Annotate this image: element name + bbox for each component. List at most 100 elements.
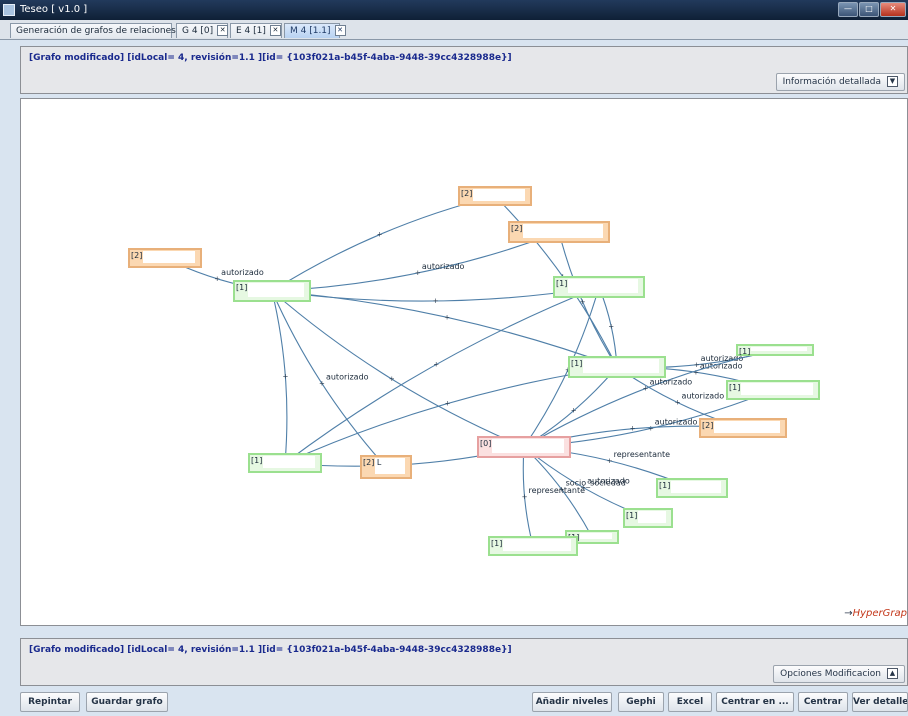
chevron-up-icon: ▲ bbox=[887, 668, 898, 679]
tab-e4[interactable]: E 4 [1] ✕ bbox=[230, 23, 282, 38]
node-redacted-label bbox=[248, 283, 304, 297]
node-redacted-label bbox=[751, 347, 807, 351]
modification-options-label: Opciones Modificacion bbox=[780, 669, 881, 679]
node-level-label: [2] bbox=[461, 189, 472, 198]
node-redacted-label bbox=[143, 251, 195, 263]
view-details-button[interactable]: Ver detalles bbox=[852, 692, 908, 712]
edge-arrow-marker: + bbox=[580, 298, 586, 306]
tab-m4[interactable]: M 4 [1.1] ✕ bbox=[284, 23, 346, 38]
detailed-info-label: Información detallada bbox=[782, 77, 881, 87]
graph-info-text: [Grafo modificado] [idLocal= 4, revisión… bbox=[29, 53, 512, 63]
graph-node[interactable]: [2] bbox=[128, 248, 202, 268]
node-redacted-label bbox=[638, 511, 666, 523]
node-redacted-label bbox=[741, 383, 813, 395]
edge-arrow-marker: + bbox=[648, 424, 654, 432]
edge-arrow-marker: + bbox=[675, 399, 681, 407]
edge-arrow-marker: + bbox=[433, 361, 439, 369]
node-level-label: [2] L bbox=[363, 458, 382, 467]
edge-arrow-marker: + bbox=[415, 269, 421, 277]
edge-arrow-marker: + bbox=[608, 322, 614, 330]
top-info-panel: [Grafo modificado] [idLocal= 4, revisión… bbox=[20, 46, 908, 94]
node-level-label: [1] bbox=[491, 539, 502, 548]
node-redacted-label bbox=[492, 439, 564, 453]
graph-node[interactable]: [1] bbox=[248, 453, 322, 473]
bottom-info-panel: [Grafo modificado] [idLocal= 4, revisión… bbox=[20, 638, 908, 686]
node-redacted-label bbox=[473, 189, 525, 201]
node-level-label: [1] bbox=[236, 283, 247, 292]
tab-label: Generación de grafos de relaciones bbox=[16, 26, 176, 36]
edge-arrow-marker: + bbox=[630, 425, 636, 433]
node-redacted-label bbox=[583, 359, 659, 373]
graph-node[interactable]: [1] bbox=[656, 478, 728, 498]
graph-node[interactable]: [2] bbox=[699, 418, 787, 438]
add-levels-button[interactable]: Añadir niveles bbox=[532, 692, 612, 712]
relationship-graph[interactable]: ++autorizado+autorizado+++++autorizado++… bbox=[21, 99, 908, 626]
hypergraph-logo: →HyperGrap bbox=[844, 608, 907, 619]
edge-arrow-marker: + bbox=[607, 457, 613, 465]
edge-label: autorizado bbox=[655, 417, 698, 426]
node-level-label: [2] bbox=[702, 421, 713, 430]
window-titlebar: Teseo [ v1.0 ] — □ ✕ bbox=[0, 0, 908, 20]
tab-label: G 4 [0] bbox=[182, 26, 214, 36]
edge-arrow-marker: + bbox=[282, 372, 288, 380]
close-tab-icon[interactable]: ✕ bbox=[217, 25, 229, 36]
edge-label: autorizado bbox=[650, 377, 693, 386]
gephi-button[interactable]: Gephi bbox=[618, 692, 664, 712]
modification-options-button[interactable]: Opciones Modificacion ▲ bbox=[773, 665, 905, 683]
edge-arrow-marker: + bbox=[643, 384, 649, 392]
graph-node[interactable]: [2] bbox=[508, 221, 610, 243]
close-tab-icon[interactable]: ✕ bbox=[334, 25, 346, 36]
node-redacted-label bbox=[580, 533, 612, 539]
graph-node[interactable]: [1] bbox=[488, 536, 578, 556]
node-level-label: [1] bbox=[556, 279, 567, 288]
tab-label: E 4 [1] bbox=[236, 26, 266, 36]
graph-edge[interactable] bbox=[271, 290, 525, 448]
repaint-button[interactable]: Repintar bbox=[20, 692, 80, 712]
maximize-icon[interactable]: □ bbox=[859, 2, 879, 17]
node-level-label: [1] bbox=[659, 481, 670, 490]
graph-info-text: [Grafo modificado] [idLocal= 4, revisión… bbox=[29, 645, 512, 655]
close-icon[interactable]: ✕ bbox=[880, 2, 906, 17]
brand-name: HyperGrap bbox=[852, 608, 907, 619]
tab-g4[interactable]: G 4 [0] ✕ bbox=[176, 23, 229, 38]
graph-node[interactable]: [1] bbox=[233, 280, 311, 302]
graph-node[interactable]: [1] bbox=[553, 276, 645, 298]
edge-label: autorizado bbox=[326, 373, 369, 382]
center-button[interactable]: Centrar bbox=[798, 692, 848, 712]
graph-node[interactable]: [1] bbox=[726, 380, 820, 400]
edge-arrow-marker: + bbox=[522, 493, 528, 501]
edge-label: autorizado bbox=[682, 392, 725, 401]
tab-generacion[interactable]: Generación de grafos de relaciones bbox=[10, 23, 176, 38]
graph-node[interactable]: [1] bbox=[736, 344, 814, 356]
graph-node[interactable]: [2] bbox=[458, 186, 532, 206]
graph-node[interactable]: [1] bbox=[623, 508, 673, 528]
graph-node[interactable]: [2] L bbox=[360, 455, 412, 479]
edge-arrow-marker: + bbox=[433, 297, 439, 305]
bottom-toolbar: Repintar Guardar grafo Añadir niveles Ge… bbox=[0, 690, 908, 716]
node-redacted-label bbox=[523, 224, 603, 238]
node-level-label: [1] bbox=[739, 347, 750, 356]
node-redacted-label bbox=[714, 421, 780, 433]
save-graph-button[interactable]: Guardar grafo bbox=[86, 692, 168, 712]
close-tab-icon[interactable]: ✕ bbox=[269, 25, 281, 36]
graph-canvas[interactable]: + + autorizado + autorizado + + + + + autorizado + +… bbox=[20, 98, 908, 626]
node-level-label: [2] bbox=[511, 224, 522, 233]
tab-label: M 4 [1.1] bbox=[290, 26, 331, 36]
node-level-label: [1] bbox=[571, 359, 582, 368]
excel-button[interactable]: Excel bbox=[668, 692, 712, 712]
edge-arrow-marker: + bbox=[214, 275, 220, 283]
edge-label: autorizado bbox=[221, 268, 264, 277]
center-on-button[interactable]: Centrar en ... bbox=[716, 692, 794, 712]
tab-bar: Generación de grafos de relaciones G 4 [… bbox=[0, 20, 908, 40]
detailed-info-button[interactable]: Información detallada ▼ bbox=[775, 73, 905, 91]
edge-arrow-marker: + bbox=[444, 313, 450, 321]
graph-edge[interactable] bbox=[271, 290, 618, 368]
app-icon bbox=[3, 4, 15, 16]
node-redacted-label bbox=[671, 481, 721, 493]
graph-edge[interactable] bbox=[271, 195, 496, 292]
minimize-icon[interactable]: — bbox=[838, 2, 858, 17]
edge-label: representante bbox=[614, 450, 671, 459]
graph-node[interactable]: [0] bbox=[477, 436, 571, 458]
edge-arrow-marker: + bbox=[377, 231, 383, 239]
graph-node[interactable]: [1] bbox=[568, 356, 666, 378]
